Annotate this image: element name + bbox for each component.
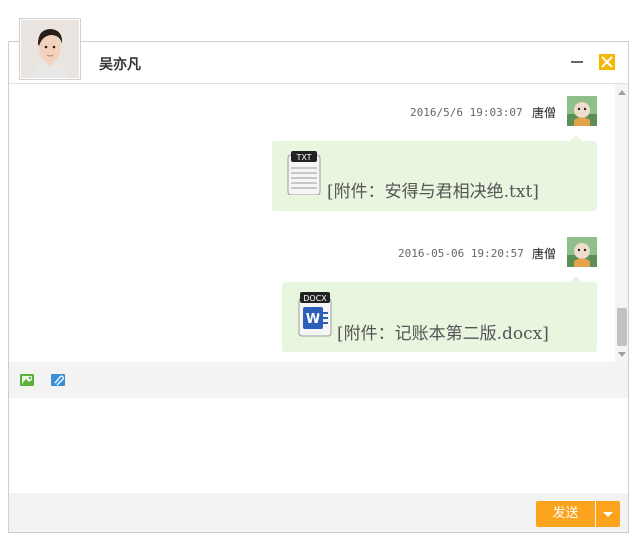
txt-file-icon[interactable]: TXT — [287, 151, 321, 199]
minimize-icon — [571, 61, 583, 63]
sender-avatar — [567, 237, 597, 267]
scroll-up-arrow-icon[interactable] — [618, 90, 626, 95]
svg-text:W: W — [306, 312, 320, 327]
send-options-button[interactable] — [596, 501, 620, 527]
image-icon-graphic — [20, 374, 34, 386]
chat-window: 吴亦凡 2016/5/6 19:03:07 唐僧 TXT [附件：安得与君相决绝… — [8, 41, 629, 533]
minimize-button[interactable] — [567, 50, 587, 74]
message-sender: 唐僧 — [532, 106, 557, 120]
chat-header: 吴亦凡 — [9, 42, 628, 84]
close-icon — [601, 56, 613, 68]
chevron-down-icon — [603, 512, 613, 517]
txt-file-graphic: TXT — [287, 151, 321, 196]
message-timestamp: 2016-05-06 19:20:57 — [398, 247, 524, 260]
message-bubble[interactable]: TXT [附件：安得与君相决绝.txt] — [272, 135, 597, 211]
attachment-link[interactable]: [附件：记账本第二版.docx] — [337, 319, 549, 344]
close-button[interactable] — [599, 54, 615, 70]
image-icon[interactable] — [19, 372, 35, 388]
send-button[interactable]: 发送 — [536, 501, 595, 527]
message-input[interactable] — [9, 398, 628, 493]
scrollbar-thumb[interactable] — [617, 308, 627, 346]
contact-avatar-photo — [21, 20, 79, 78]
docx-file-graphic: DOCX W — [298, 292, 332, 337]
chat-footer: 发送 — [9, 493, 628, 532]
scroll-down-arrow-icon[interactable] — [618, 352, 626, 357]
message-timestamp: 2016/5/6 19:03:07 — [410, 106, 523, 119]
message-sender: 唐僧 — [532, 247, 557, 261]
attachment-icon-graphic — [51, 374, 65, 386]
file-type-label: TXT — [295, 153, 311, 162]
message-scrollbar[interactable] — [615, 84, 628, 362]
attachment-icon[interactable] — [50, 372, 66, 388]
file-type-label: DOCX — [303, 294, 327, 303]
contact-avatar — [19, 18, 81, 80]
bubble-tail — [570, 276, 582, 282]
docx-file-icon[interactable]: DOCX W — [297, 292, 333, 342]
message-bubble[interactable]: DOCX W [附件：记账本第二版.docx] — [282, 276, 597, 352]
sender-avatar-photo — [567, 237, 597, 267]
compose-toolbar — [9, 362, 628, 398]
sender-avatar-photo — [567, 96, 597, 126]
contact-name: 吴亦凡 — [99, 57, 141, 73]
bubble-tail — [570, 135, 582, 141]
attachment-link[interactable]: [附件：安得与君相决绝.txt] — [327, 177, 539, 202]
sender-avatar — [567, 96, 597, 126]
message-list[interactable]: 2016/5/6 19:03:07 唐僧 TXT [附件：安得与君相决绝.txt… — [9, 84, 628, 362]
